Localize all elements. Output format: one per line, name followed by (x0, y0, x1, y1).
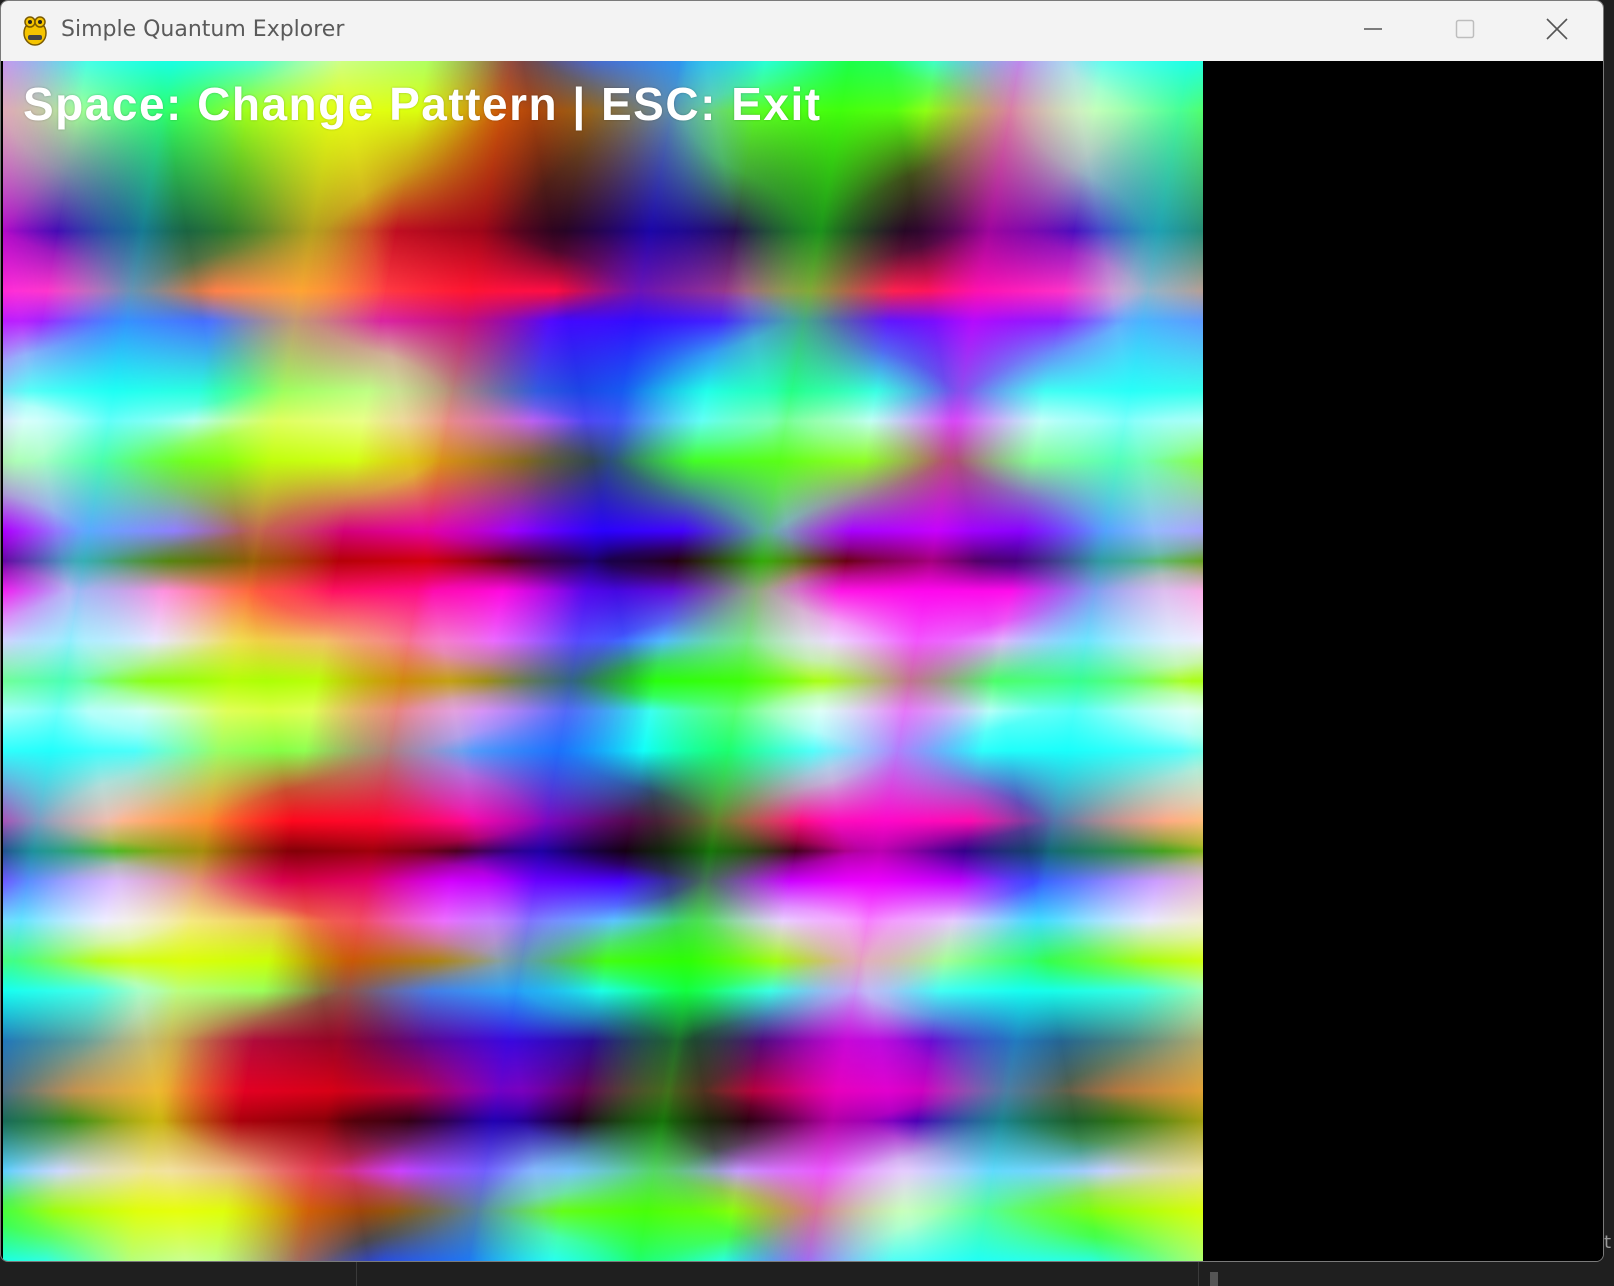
pattern-wave-overlay (3, 61, 1203, 1261)
minimize-button[interactable] (1327, 1, 1419, 61)
close-button[interactable] (1511, 1, 1603, 61)
quantum-pattern-canvas[interactable]: Space: Change Pattern | ESC: Exit (3, 61, 1203, 1261)
minimize-icon (1362, 18, 1384, 44)
maximize-icon (1454, 18, 1476, 44)
maximize-button[interactable] (1419, 1, 1511, 61)
desktop-edge-text: t (1604, 1232, 1612, 1253)
controls-hint: Space: Change Pattern | ESC: Exit (23, 78, 822, 130)
title-bar[interactable]: Simple Quantum Explorer (1, 1, 1603, 61)
window-title: Simple Quantum Explorer (61, 17, 345, 42)
pygame-snake-icon (19, 13, 51, 47)
app-window: Simple Quantum Explorer Space: Change Pa… (0, 0, 1604, 1262)
close-icon (1545, 17, 1569, 45)
side-panel (1203, 61, 1603, 1261)
desktop-scrollbar-thumb[interactable] (1210, 1272, 1218, 1286)
